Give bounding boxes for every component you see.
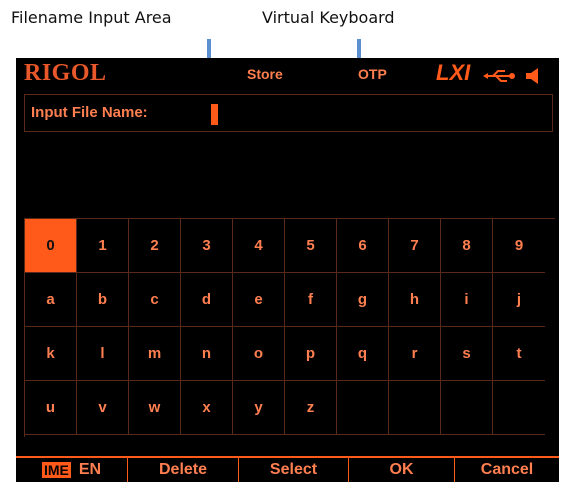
key-d[interactable]: d bbox=[181, 273, 233, 327]
keyboard-row: k l m n o p q r s t bbox=[25, 327, 555, 381]
key-k[interactable]: k bbox=[25, 327, 77, 381]
key-c[interactable]: c bbox=[129, 273, 181, 327]
key-l[interactable]: l bbox=[77, 327, 129, 381]
rigol-logo: RIGOL bbox=[24, 60, 107, 86]
key-s[interactable]: s bbox=[441, 327, 493, 381]
key-x[interactable]: x bbox=[181, 381, 233, 435]
key-0[interactable]: 0 bbox=[25, 219, 77, 273]
key-w[interactable]: w bbox=[129, 381, 181, 435]
key-r[interactable]: r bbox=[389, 327, 441, 381]
key-4[interactable]: 4 bbox=[233, 219, 285, 273]
key-a[interactable]: a bbox=[25, 273, 77, 327]
key-9[interactable]: 9 bbox=[493, 219, 545, 273]
key-6[interactable]: 6 bbox=[337, 219, 389, 273]
otp-label: OTP bbox=[358, 66, 387, 82]
input-file-name-label: Input File Name: bbox=[31, 104, 148, 121]
keyboard-row: 0 1 2 3 4 5 6 7 8 9 bbox=[25, 219, 555, 273]
virtual-keyboard-callout: Virtual Keyboard bbox=[262, 8, 395, 27]
key-8[interactable]: 8 bbox=[441, 219, 493, 273]
key-t[interactable]: t bbox=[493, 327, 545, 381]
mode-label: Store bbox=[247, 66, 283, 82]
key-z[interactable]: z bbox=[285, 381, 337, 435]
key-v[interactable]: v bbox=[77, 381, 129, 435]
usb-icon bbox=[483, 70, 515, 82]
cancel-softkey[interactable]: Cancel bbox=[454, 456, 559, 482]
text-cursor bbox=[211, 104, 218, 125]
key-p[interactable]: p bbox=[285, 327, 337, 381]
key-o[interactable]: o bbox=[233, 327, 285, 381]
key-empty bbox=[337, 381, 389, 435]
lxi-logo: LXI bbox=[436, 60, 471, 85]
key-7[interactable]: 7 bbox=[389, 219, 441, 273]
status-bar: RIGOL Store OTP LXI bbox=[16, 58, 559, 92]
key-empty bbox=[441, 381, 493, 435]
select-softkey[interactable]: Select bbox=[238, 456, 348, 482]
filename-input-callout: Filename Input Area bbox=[11, 8, 172, 27]
speaker-icon bbox=[526, 68, 538, 84]
key-b[interactable]: b bbox=[77, 273, 129, 327]
key-i[interactable]: i bbox=[441, 273, 493, 327]
key-y[interactable]: y bbox=[233, 381, 285, 435]
ime-value: EN bbox=[78, 461, 102, 478]
key-h[interactable]: h bbox=[389, 273, 441, 327]
key-e[interactable]: e bbox=[233, 273, 285, 327]
key-empty bbox=[389, 381, 441, 435]
key-u[interactable]: u bbox=[25, 381, 77, 435]
key-3[interactable]: 3 bbox=[181, 219, 233, 273]
keyboard-row: u v w x y z bbox=[25, 381, 555, 435]
instrument-screen: RIGOL Store OTP LXI Input File Name: 0 1… bbox=[16, 58, 559, 482]
key-f[interactable]: f bbox=[285, 273, 337, 327]
delete-softkey[interactable]: Delete bbox=[127, 456, 238, 482]
ok-softkey[interactable]: OK bbox=[348, 456, 454, 482]
key-g[interactable]: g bbox=[337, 273, 389, 327]
key-1[interactable]: 1 bbox=[77, 219, 129, 273]
filename-input-area[interactable]: Input File Name: bbox=[24, 94, 553, 132]
key-empty bbox=[493, 381, 545, 435]
softkey-menu-bar: IME EN Delete Select OK Cancel bbox=[16, 456, 559, 482]
key-2[interactable]: 2 bbox=[129, 219, 181, 273]
key-n[interactable]: n bbox=[181, 327, 233, 381]
key-j[interactable]: j bbox=[493, 273, 545, 327]
virtual-keyboard: 0 1 2 3 4 5 6 7 8 9 a b c d e f g h i j … bbox=[24, 218, 555, 437]
keyboard-row: a b c d e f g h i j bbox=[25, 273, 555, 327]
ime-softkey[interactable]: IME EN bbox=[16, 456, 127, 482]
ime-tag: IME bbox=[41, 462, 71, 478]
key-q[interactable]: q bbox=[337, 327, 389, 381]
key-m[interactable]: m bbox=[129, 327, 181, 381]
key-5[interactable]: 5 bbox=[285, 219, 337, 273]
